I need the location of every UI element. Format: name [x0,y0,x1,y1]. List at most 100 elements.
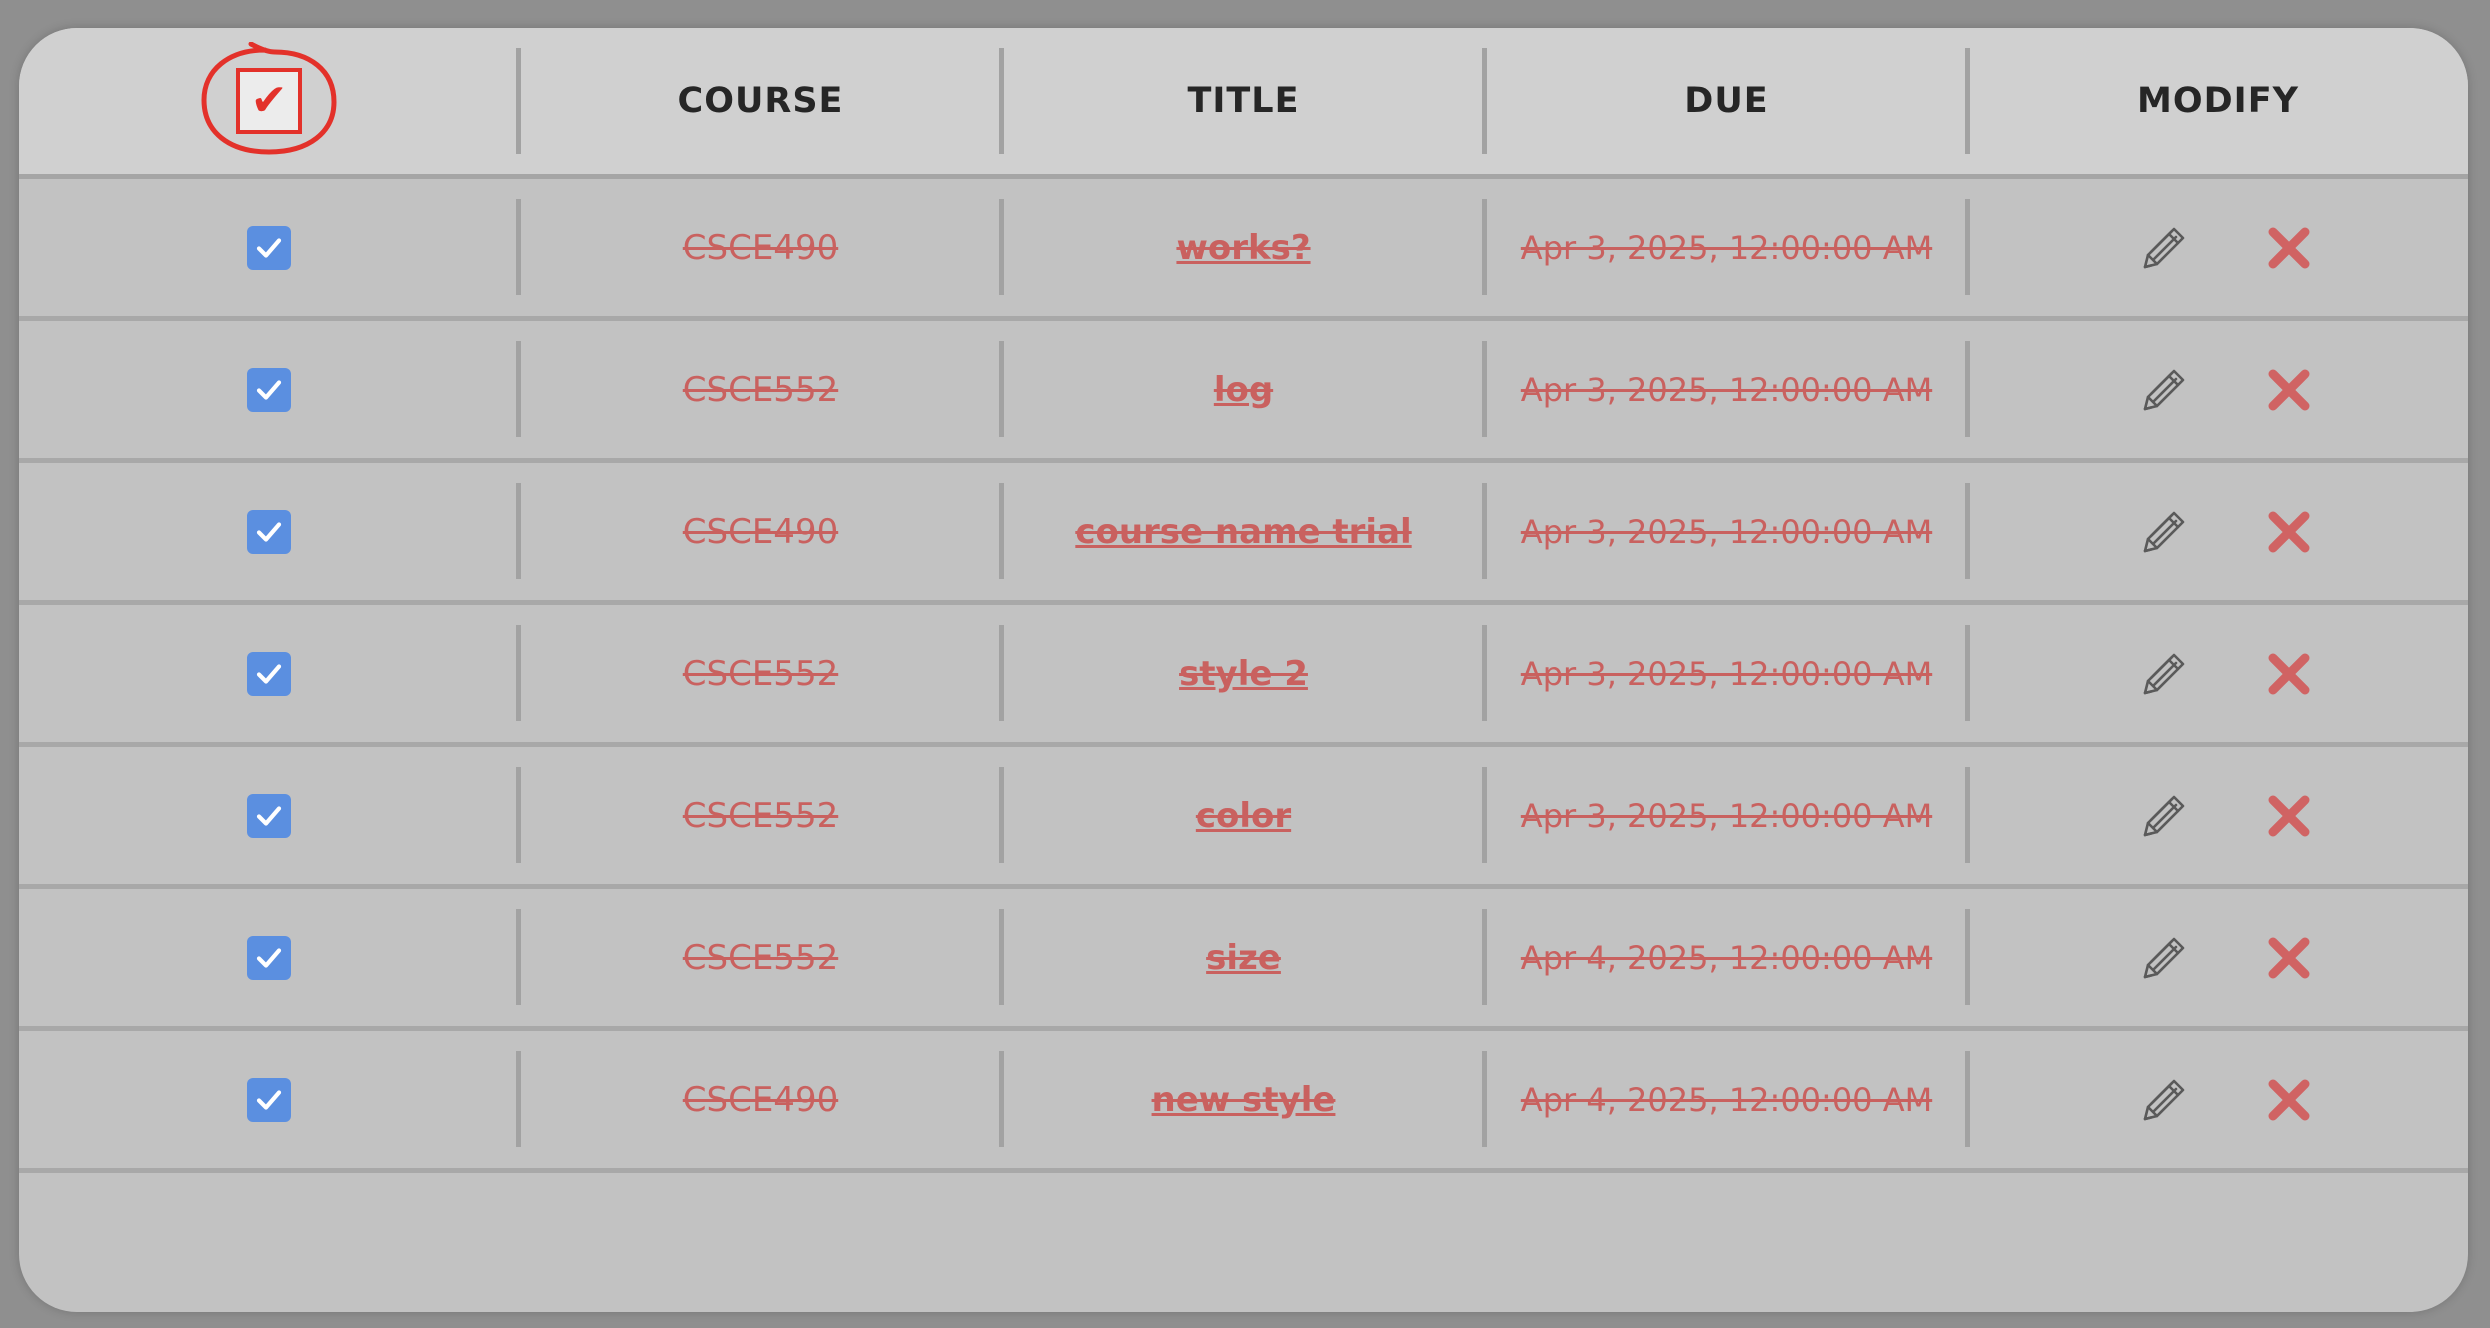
close-x-icon [2268,369,2310,410]
delete-button[interactable] [2259,360,2319,420]
edit-button[interactable] [2134,502,2194,562]
delete-button[interactable] [2259,644,2319,704]
row-course-cell: CSCE552 [519,889,1002,1026]
completed-checkbox[interactable] [247,225,291,270]
row-due-cell: Apr 3, 2025, 12:00:00 AM [1485,179,1968,316]
table-row: CSCE490 works? Apr 3, 2025, 12:00:00 AM [19,179,2468,321]
checkmark-icon [256,521,282,542]
task-title-link[interactable]: log [1214,370,1273,410]
close-x-icon [2268,795,2310,836]
row-modify-cell [1968,321,2468,458]
row-course-cell: CSCE552 [519,747,1002,884]
row-modify-cell [1968,463,2468,600]
task-table-card: ✔ COURSE TITLE DUE MODIFY CSCE490 works?… [19,28,2468,1312]
delete-button[interactable] [2259,218,2319,278]
course-name: CSCE552 [682,795,839,836]
select-all-wrapper: ✔ [199,42,339,160]
row-modify-cell [1968,179,2468,316]
task-title-link[interactable]: new style [1152,1080,1336,1120]
due-date: Apr 4, 2025, 12:00:00 AM [1520,1080,1933,1119]
row-checkbox-cell [19,889,519,1026]
header-modify-cell: MODIFY [1968,28,2468,174]
pencil-icon [2143,937,2185,978]
completed-checkbox[interactable] [247,1077,291,1122]
row-due-cell: Apr 3, 2025, 12:00:00 AM [1485,321,1968,458]
row-checkbox-cell [19,747,519,884]
pencil-icon [2143,1079,2185,1120]
due-date: Apr 3, 2025, 12:00:00 AM [1520,228,1933,267]
close-x-icon [2268,653,2310,694]
pencil-icon [2143,653,2185,694]
row-title-cell: log [1002,321,1485,458]
task-title-link[interactable]: course name trial [1075,512,1411,552]
edit-button[interactable] [2134,218,2194,278]
table-row: CSCE490 course name trial Apr 3, 2025, 1… [19,463,2468,605]
header-title-label: TITLE [1187,81,1300,121]
checkmark-icon [256,947,282,968]
row-course-cell: CSCE490 [519,463,1002,600]
row-title-cell: course name trial [1002,463,1485,600]
checkmark-icon [256,237,282,258]
pencil-icon [2143,227,2185,268]
table-row: CSCE552 style 2 Apr 3, 2025, 12:00:00 AM [19,605,2468,747]
edit-button[interactable] [2134,928,2194,988]
header-due-cell: DUE [1485,28,1968,174]
due-date: Apr 3, 2025, 12:00:00 AM [1520,512,1933,551]
row-due-cell: Apr 3, 2025, 12:00:00 AM [1485,605,1968,742]
completed-checkbox[interactable] [247,935,291,980]
row-due-cell: Apr 4, 2025, 12:00:00 AM [1485,1031,1968,1168]
table-row: CSCE552 size Apr 4, 2025, 12:00:00 AM [19,889,2468,1031]
table-row: CSCE552 color Apr 3, 2025, 12:00:00 AM [19,747,2468,889]
close-x-icon [2268,937,2310,978]
row-due-cell: Apr 3, 2025, 12:00:00 AM [1485,747,1968,884]
edit-button[interactable] [2134,644,2194,704]
due-date: Apr 3, 2025, 12:00:00 AM [1520,370,1933,409]
checkmark-icon [256,1089,282,1110]
table-row: CSCE552 log Apr 3, 2025, 12:00:00 AM [19,321,2468,463]
task-title-link[interactable]: size [1206,938,1281,978]
delete-button[interactable] [2259,1070,2319,1130]
row-course-cell: CSCE552 [519,321,1002,458]
checkmark-icon [256,663,282,684]
course-name: CSCE552 [682,369,839,410]
header-select-all-cell: ✔ [19,28,519,174]
checkmark-icon [256,805,282,826]
edit-button[interactable] [2134,786,2194,846]
header-course-label: COURSE [677,81,844,121]
completed-checkbox[interactable] [247,793,291,838]
task-title-link[interactable]: style 2 [1179,654,1308,694]
task-title-link[interactable]: works? [1176,228,1310,268]
completed-checkbox[interactable] [247,509,291,554]
task-title-link[interactable]: color [1196,796,1291,836]
header-due-label: DUE [1684,81,1769,121]
row-checkbox-cell [19,1031,519,1168]
due-date: Apr 4, 2025, 12:00:00 AM [1520,938,1933,977]
row-checkbox-cell [19,605,519,742]
row-title-cell: size [1002,889,1485,1026]
header-course-cell: COURSE [519,28,1002,174]
completed-checkbox[interactable] [247,367,291,412]
completed-checkbox[interactable] [247,651,291,696]
delete-button[interactable] [2259,786,2319,846]
table-header: ✔ COURSE TITLE DUE MODIFY [19,28,2468,179]
row-due-cell: Apr 4, 2025, 12:00:00 AM [1485,889,1968,1026]
edit-button[interactable] [2134,1070,2194,1130]
row-course-cell: CSCE552 [519,605,1002,742]
row-title-cell: style 2 [1002,605,1485,742]
delete-button[interactable] [2259,502,2319,562]
pencil-icon [2143,369,2185,410]
row-checkbox-cell [19,179,519,316]
close-x-icon [2268,1079,2310,1120]
row-checkbox-cell [19,321,519,458]
row-modify-cell [1968,747,2468,884]
row-due-cell: Apr 3, 2025, 12:00:00 AM [1485,463,1968,600]
header-title-cell: TITLE [1002,28,1485,174]
checkmark-icon [256,379,282,400]
edit-button[interactable] [2134,360,2194,420]
row-course-cell: CSCE490 [519,1031,1002,1168]
row-title-cell: works? [1002,179,1485,316]
pencil-icon [2143,511,2185,552]
row-checkbox-cell [19,463,519,600]
delete-button[interactable] [2259,928,2319,988]
row-modify-cell [1968,1031,2468,1168]
